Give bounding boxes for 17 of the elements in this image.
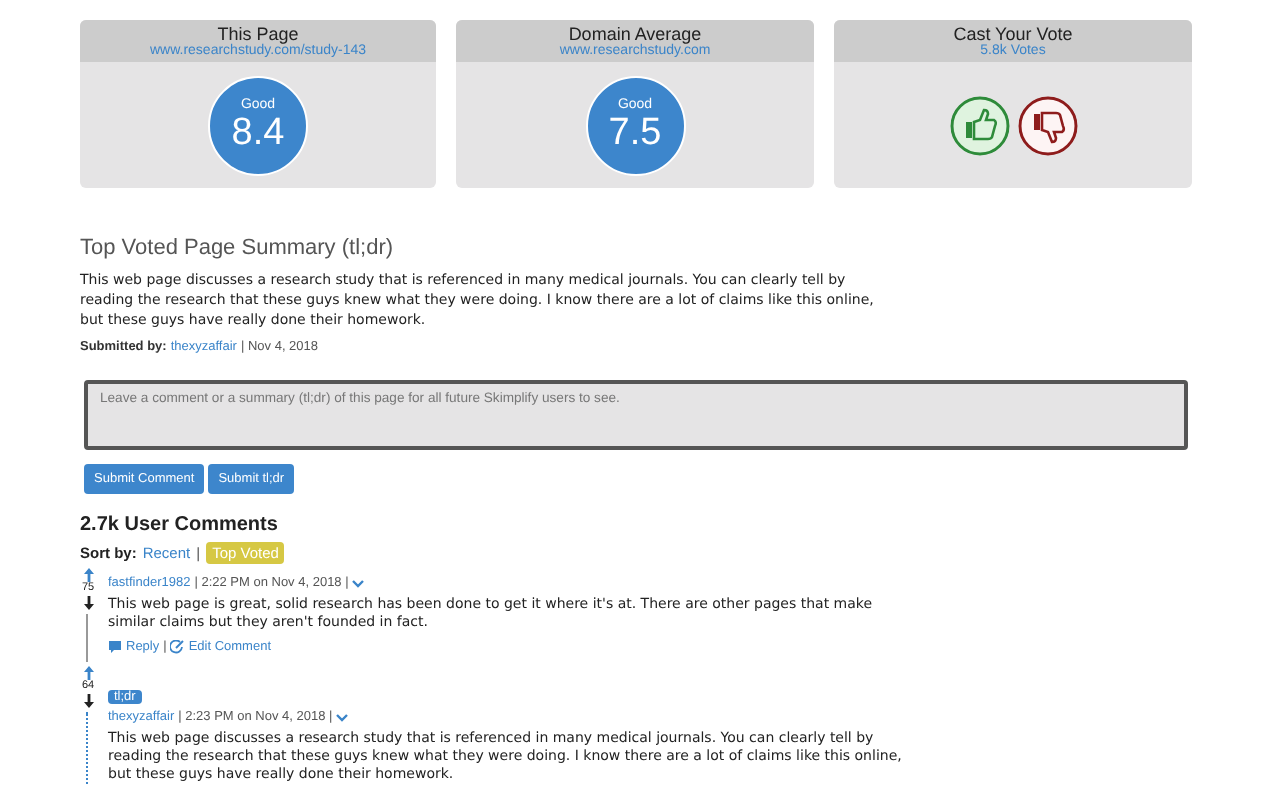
pencil-icon	[170, 640, 185, 654]
score-value: 8.4	[231, 113, 285, 153]
downvote-icon[interactable]	[83, 694, 93, 708]
thumbs-down-button[interactable]	[1017, 95, 1077, 155]
score-value: 7.5	[608, 113, 662, 153]
summary-heading: Top Voted Page Summary (tl;dr)	[80, 236, 396, 260]
comments-heading: 2.7k User Comments	[80, 514, 280, 536]
card-title: This Page	[217, 23, 299, 43]
card-title: Cast Your Vote	[953, 23, 1073, 43]
upvote-icon[interactable]	[83, 568, 93, 582]
upvote-icon[interactable]	[83, 666, 93, 680]
downvote-icon[interactable]	[83, 596, 93, 610]
chevron-icon[interactable]	[352, 579, 365, 587]
speech-bubble-icon	[108, 640, 122, 654]
card-title: Domain Average	[568, 23, 702, 43]
thumbs-up-button[interactable]	[949, 95, 1009, 155]
chevron-icon[interactable]	[336, 713, 349, 721]
